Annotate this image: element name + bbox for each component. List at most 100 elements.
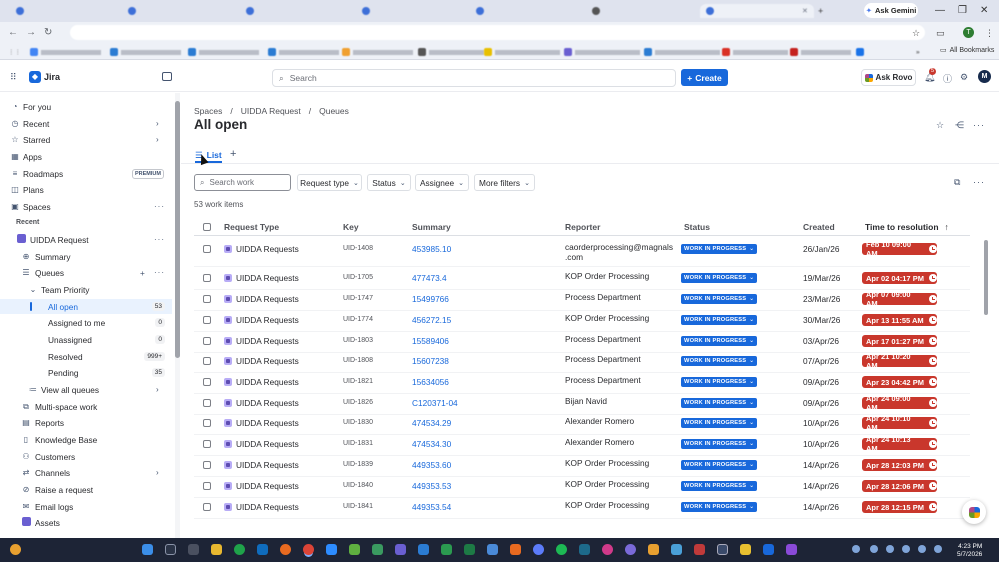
sidebar-item-channels[interactable]: ⇄ Channels ›	[0, 465, 172, 480]
volume-icon[interactable]	[934, 545, 942, 553]
start-icon[interactable]	[142, 544, 153, 555]
row-checkbox[interactable]	[203, 503, 211, 511]
taskbar-app-icon[interactable]	[533, 544, 544, 555]
tray-icon[interactable]	[852, 545, 860, 553]
row-summary-link[interactable]: 456272.15	[412, 315, 451, 325]
taskbar-app-icon[interactable]	[786, 544, 797, 555]
browser-tab[interactable]	[362, 4, 370, 18]
help-icon[interactable]: ⓘ	[943, 72, 952, 85]
sidebar-item-assigned-to-me[interactable]: Assigned to me 0	[0, 315, 172, 330]
row-request-type[interactable]: UIDDA Requests	[224, 273, 299, 283]
row-reporter[interactable]: Process Department	[565, 292, 641, 302]
taskbar-app-icon[interactable]	[441, 544, 452, 555]
row-checkbox[interactable]	[203, 419, 211, 427]
sidebar-project-uidda[interactable]: UIDDA Request ···	[0, 232, 172, 247]
row-summary-link[interactable]: 474534.29	[412, 418, 451, 428]
status-badge[interactable]: WORK IN PROGRESS ⌄	[681, 315, 758, 325]
sla-breached-badge[interactable]: Apr 24 10:13 AM	[862, 435, 937, 453]
status-badge[interactable]: WORK IN PROGRESS ⌄	[681, 481, 758, 491]
row-checkbox[interactable]	[203, 399, 211, 407]
minimize-icon[interactable]: —	[935, 5, 945, 16]
sla-breached-badge[interactable]: Apr 28 12:06 PM	[862, 480, 937, 492]
row-summary-link[interactable]: 449353.54	[412, 502, 451, 512]
sla-breached-badge[interactable]: Feb 10 09:00 AM	[862, 240, 937, 258]
excel-icon[interactable]	[464, 544, 475, 555]
bookmarks-apps-icon[interactable]: ⋮⋮	[8, 47, 21, 57]
browser-tab[interactable]	[128, 4, 136, 18]
breadcrumb-queues[interactable]: Queues	[319, 106, 349, 116]
tray-icon[interactable]	[886, 545, 894, 553]
bookmark-item[interactable]	[564, 47, 640, 57]
taskbar-app-icon[interactable]	[602, 544, 613, 555]
search-work-input[interactable]: ⌕ Search work	[194, 174, 291, 191]
bookmark-item[interactable]	[342, 47, 413, 57]
all-bookmarks-button[interactable]: ▭ All Bookmarks	[940, 46, 994, 55]
status-badge[interactable]: WORK IN PROGRESS ⌄	[681, 273, 758, 283]
row-checkbox[interactable]	[203, 378, 211, 386]
sidebar-item-view-all-queues[interactable]: ≔ View all queues ›	[0, 382, 172, 397]
sla-breached-badge[interactable]: Apr 21 10:20 AM	[862, 352, 937, 370]
more-icon[interactable]: ···	[154, 235, 165, 244]
row-summary-link[interactable]: 474534.30	[412, 439, 451, 449]
browser-tab[interactable]	[246, 4, 254, 18]
filter-request-type[interactable]: Request type ⌄	[297, 174, 362, 191]
sla-breached-badge[interactable]: Apr 13 11:55 AM	[862, 314, 937, 326]
row-request-type[interactable]: UIDDA Requests	[224, 481, 299, 491]
powerpoint-icon[interactable]	[510, 544, 521, 555]
outlook-icon[interactable]	[257, 544, 268, 555]
row-checkbox[interactable]	[203, 274, 211, 282]
row-reporter[interactable]: KOP Order Processing	[565, 479, 649, 489]
forward-icon[interactable]: →	[26, 27, 36, 38]
sidebar-item-pending[interactable]: Pending 35	[0, 365, 172, 380]
product-name[interactable]: Jira	[44, 72, 60, 82]
sidebar-toggle-icon[interactable]	[162, 72, 172, 81]
edge-icon[interactable]	[234, 544, 245, 555]
row-request-type[interactable]: UIDDA Requests	[224, 315, 299, 325]
row-request-type[interactable]: UIDDA Requests	[224, 244, 299, 254]
chrome-icon[interactable]	[303, 544, 314, 555]
browser-tab[interactable]	[16, 4, 24, 18]
taskbar-app-icon[interactable]	[487, 544, 498, 555]
reload-icon[interactable]: ↻	[44, 27, 52, 38]
column-reporter[interactable]: Reporter	[565, 222, 600, 232]
row-key[interactable]: UID-1808	[343, 357, 373, 364]
row-key[interactable]: UID-1826	[343, 399, 373, 406]
weather-icon[interactable]	[10, 544, 21, 555]
row-checkbox[interactable]	[203, 337, 211, 345]
ask-rovo-button[interactable]: Ask Rovo	[861, 69, 916, 86]
sidebar-item-roadmaps[interactable]: ≡ Roadmaps PREMIUM	[0, 166, 172, 181]
back-icon[interactable]: ←	[8, 27, 18, 38]
status-badge[interactable]: WORK IN PROGRESS ⌄	[681, 398, 758, 408]
row-reporter[interactable]: Alexander Romero	[565, 437, 634, 447]
status-badge[interactable]: WORK IN PROGRESS ⌄	[681, 418, 758, 428]
row-summary-link[interactable]: 449353.53	[412, 481, 451, 491]
sidebar-item-resolved[interactable]: Resolved 999+	[0, 349, 172, 364]
column-request-type[interactable]: Request Type	[224, 222, 279, 232]
bookmark-item[interactable]	[110, 47, 181, 57]
tab-close-icon[interactable]: ✕	[802, 7, 808, 15]
taskbar-app-icon[interactable]	[349, 544, 360, 555]
more-actions-icon[interactable]: ···	[973, 120, 985, 130]
row-reporter[interactable]: Process Department	[565, 375, 641, 385]
share-icon[interactable]: ⋲	[955, 120, 964, 131]
row-request-type[interactable]: UIDDA Requests	[224, 460, 299, 470]
taskbar-app-icon[interactable]	[625, 544, 636, 555]
sidebar-scrollbar-thumb[interactable]	[175, 101, 180, 358]
row-key[interactable]: UID-1831	[343, 440, 373, 447]
row-request-type[interactable]: UIDDA Requests	[224, 336, 299, 346]
row-reporter[interactable]: Process Department	[565, 334, 641, 344]
bookmark-item[interactable]	[484, 47, 560, 57]
app-switcher-icon[interactable]: ⠿	[10, 72, 17, 83]
breadcrumb-spaces[interactable]: Spaces	[194, 106, 222, 116]
sla-breached-badge[interactable]: Apr 23 04:42 PM	[862, 376, 937, 388]
browser-tab[interactable]	[476, 4, 484, 18]
sidebar-item-spaces[interactable]: ▣ Spaces ···	[0, 199, 172, 214]
sidebar-item-recent[interactable]: ◷ Recent ›	[0, 116, 172, 131]
bookmarks-overflow-icon[interactable]: »	[916, 47, 920, 57]
sla-breached-badge[interactable]: Apr 02 04:17 PM	[862, 272, 937, 284]
word-icon[interactable]	[418, 544, 429, 555]
taskbar-search-icon[interactable]	[165, 544, 176, 555]
row-request-type[interactable]: UIDDA Requests	[224, 377, 299, 387]
sidebar-item-apps[interactable]: ▦ Apps	[0, 149, 172, 164]
sidebar-item-unassigned[interactable]: Unassigned 0	[0, 332, 172, 347]
